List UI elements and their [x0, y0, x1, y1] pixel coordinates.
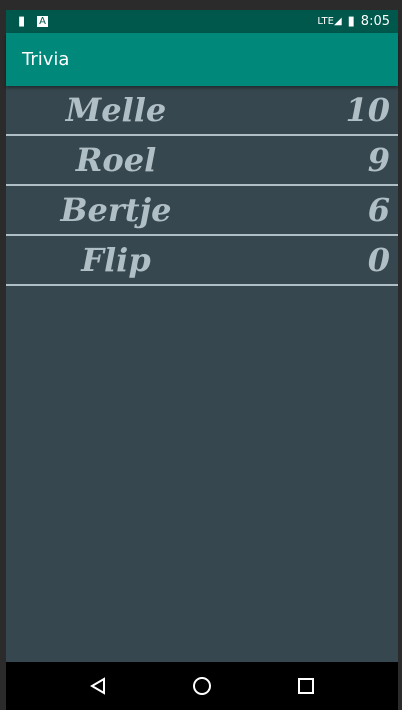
player-name: Bertje [60, 191, 172, 229]
player-score: 0 [367, 241, 390, 279]
status-bar: ▮ A LTE◢ ▮ 8:05 [6, 10, 398, 33]
list-item[interactable]: Bertje 6 [6, 186, 398, 236]
player-name: Flip [81, 241, 151, 279]
list-item[interactable]: Flip 0 [6, 236, 398, 286]
recents-icon[interactable] [297, 677, 315, 695]
notification-a-icon: A [37, 16, 48, 27]
app-bar: Trivia [6, 33, 398, 86]
player-name: Roel [75, 141, 157, 179]
app-screen: ▮ A LTE◢ ▮ 8:05 Trivia Melle 10 Roel 9 Ber… [6, 10, 398, 710]
list-item[interactable]: Roel 9 [6, 136, 398, 186]
sd-card-icon: ▮ [18, 14, 26, 29]
player-score: 10 [345, 91, 390, 129]
navigation-bar [6, 662, 398, 710]
clock: 8:05 [360, 14, 390, 29]
home-icon[interactable] [192, 676, 212, 696]
player-name: Melle [65, 91, 167, 129]
player-score: 9 [367, 141, 390, 179]
lte-signal-icon: LTE◢ [317, 16, 342, 27]
score-list: Melle 10 Roel 9 Bertje 6 Flip 0 [6, 86, 398, 286]
app-title: Trivia [22, 49, 70, 70]
back-icon[interactable] [89, 677, 107, 695]
battery-charging-icon: ▮ [347, 14, 355, 29]
list-item[interactable]: Melle 10 [6, 86, 398, 136]
player-score: 6 [367, 191, 390, 229]
